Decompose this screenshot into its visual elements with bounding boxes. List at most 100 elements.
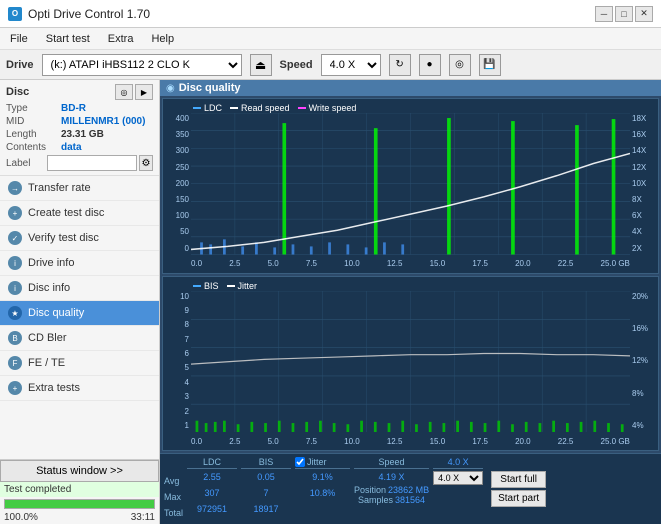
transfer-rate-icon: → xyxy=(8,181,22,195)
extra-tests-icon: + xyxy=(8,381,22,395)
status-text: Test completed xyxy=(0,482,159,497)
menu-help[interactable]: Help xyxy=(147,32,178,46)
nav-verify-test-disc[interactable]: ✓ Verify test disc xyxy=(0,226,159,251)
samples-val: 381564 xyxy=(395,495,425,505)
disc-label-row: Label ⚙ xyxy=(6,155,153,171)
drive-label: Drive xyxy=(6,59,34,71)
disc-section: Disc ◎ ▶ Type BD-R MID MILLENMR1 (000) L… xyxy=(0,80,159,176)
disc-icon-2[interactable]: ▶ xyxy=(135,84,153,100)
jitter-checkbox[interactable] xyxy=(295,457,305,467)
bottom-chart-svg xyxy=(191,291,630,433)
disc-icon-1[interactable]: ◎ xyxy=(115,84,133,100)
type-value: BD-R xyxy=(61,103,86,114)
jitter-avg: 9.1% xyxy=(312,469,333,485)
status-window-button[interactable]: Status window >> xyxy=(0,460,159,482)
top-y-axis-right: 18X 16X 14X 12X 10X 8X 6X 4X 2X xyxy=(630,115,658,253)
ldc-max: 307 xyxy=(205,485,220,501)
nav-cd-bler-label: CD Bler xyxy=(28,332,67,344)
titlebar: O Opti Drive Control 1.70 ─ □ ✕ xyxy=(0,0,661,28)
jitter-max: 10.8% xyxy=(310,485,336,501)
nav-fe-te[interactable]: F FE / TE xyxy=(0,351,159,376)
chart-header: ◉ Disc quality xyxy=(160,80,661,96)
bottom-x-axis: 0.0 2.5 5.0 7.5 10.0 12.5 15.0 17.5 20.0… xyxy=(191,432,630,450)
ldc-legend-dot xyxy=(193,107,201,109)
nav-create-test-label: Create test disc xyxy=(28,207,104,219)
label-button[interactable]: ⚙ xyxy=(139,155,153,171)
samples-row: Samples 381564 xyxy=(358,495,425,505)
read-speed-dot xyxy=(230,107,238,109)
nav-cd-bler[interactable]: B CD Bler xyxy=(0,326,159,351)
nav-drive-info-label: Drive info xyxy=(28,257,74,269)
speed-avg: 4.19 X xyxy=(379,469,405,485)
drive-select[interactable]: (k:) ATAPI iHBS112 2 CLO K xyxy=(42,54,242,76)
menu-extra[interactable]: Extra xyxy=(104,32,138,46)
start-part-button[interactable]: Start part xyxy=(491,490,546,507)
nav-drive-info[interactable]: i Drive info xyxy=(0,251,159,276)
burn-button[interactable]: ● xyxy=(419,54,441,76)
read-speed-legend: Read speed xyxy=(230,103,290,113)
status-percent: 100.0% xyxy=(4,512,38,523)
disc-title: Disc xyxy=(6,86,29,98)
titlebar-left: O Opti Drive Control 1.70 xyxy=(8,7,150,21)
samples-label: Samples xyxy=(358,495,393,505)
position-row: Position 23862 MB xyxy=(354,485,429,495)
refresh-button[interactable]: ↻ xyxy=(389,54,411,76)
nav-disc-info[interactable]: i Disc info xyxy=(0,276,159,301)
bis-max: 7 xyxy=(264,485,269,501)
quality-speed-select[interactable]: 4.0 X xyxy=(433,471,483,485)
speed-select-col: 4.0 X 4.0 X xyxy=(433,457,483,521)
eject-button[interactable]: ⏏ xyxy=(250,54,272,76)
jitter-header-row: Jitter xyxy=(295,457,350,469)
nav-verify-test-label: Verify test disc xyxy=(28,232,99,244)
bis-legend-label: BIS xyxy=(204,281,219,291)
jitter-legend-dot xyxy=(227,285,235,287)
nav-create-test-disc[interactable]: + Create test disc xyxy=(0,201,159,226)
progress-bar-container xyxy=(4,499,155,509)
mid-label: MID xyxy=(6,116,61,127)
avg-row-label: Avg xyxy=(164,473,183,489)
top-x-axis: 0.0 2.5 5.0 7.5 10.0 12.5 15.0 17.5 20.0… xyxy=(191,255,630,273)
position-label: Position xyxy=(354,485,386,495)
bis-stat-header: BIS xyxy=(241,457,291,469)
minimize-button[interactable]: ─ xyxy=(595,6,613,22)
label-label: Label xyxy=(6,158,47,169)
position-val: 23862 MB xyxy=(388,485,429,495)
start-full-button[interactable]: Start full xyxy=(491,471,546,488)
jitter-legend: Jitter xyxy=(227,281,258,291)
menu-start-test[interactable]: Start test xyxy=(42,32,94,46)
label-input[interactable] xyxy=(47,155,137,171)
maximize-button[interactable]: □ xyxy=(615,6,633,22)
cd-bler-icon: B xyxy=(8,331,22,345)
write-speed-dot xyxy=(298,107,306,109)
close-button[interactable]: ✕ xyxy=(635,6,653,22)
nav-transfer-rate[interactable]: → Transfer rate xyxy=(0,176,159,201)
top-y-axis-left: 400 350 300 250 200 150 100 50 0 xyxy=(163,115,191,253)
jitter-stat-col: Jitter 9.1% 10.8% xyxy=(295,457,350,521)
disc-icons: ◎ ▶ xyxy=(115,84,153,100)
bottom-y-axis-left: 10 9 8 7 6 5 4 3 2 1 xyxy=(163,293,191,431)
drive-info-icon: i xyxy=(8,256,22,270)
nav-transfer-rate-label: Transfer rate xyxy=(28,182,91,194)
disc-mid-row: MID MILLENMR1 (000) xyxy=(6,116,153,127)
nav-extra-tests[interactable]: + Extra tests xyxy=(0,376,159,401)
speed-select[interactable]: 4.0 X xyxy=(321,54,381,76)
app-title: Opti Drive Control 1.70 xyxy=(28,7,150,21)
disc-length-row: Length 23.31 GB xyxy=(6,129,153,140)
ldc-legend-label: LDC xyxy=(204,103,222,113)
ldc-legend: LDC xyxy=(193,103,222,113)
type-label: Type xyxy=(6,103,61,114)
length-value: 23.31 GB xyxy=(61,129,104,140)
speed-label: Speed xyxy=(280,59,313,71)
nav-disc-quality[interactable]: ★ Disc quality xyxy=(0,301,159,326)
ldc-stat-col: LDC 2.55 307 972951 xyxy=(187,457,237,521)
charts-container: LDC Read speed Write speed 400 350 xyxy=(160,96,661,453)
menu-file[interactable]: File xyxy=(6,32,32,46)
bis-legend-dot xyxy=(193,285,201,287)
media-button[interactable]: ◎ xyxy=(449,54,471,76)
contents-label: Contents xyxy=(6,142,61,153)
save-button[interactable]: 💾 xyxy=(479,54,501,76)
nav-disc-info-label: Disc info xyxy=(28,282,70,294)
write-speed-legend: Write speed xyxy=(298,103,357,113)
create-test-icon: + xyxy=(8,206,22,220)
status-section: Status window >> Test completed 100.0% 3… xyxy=(0,459,159,524)
